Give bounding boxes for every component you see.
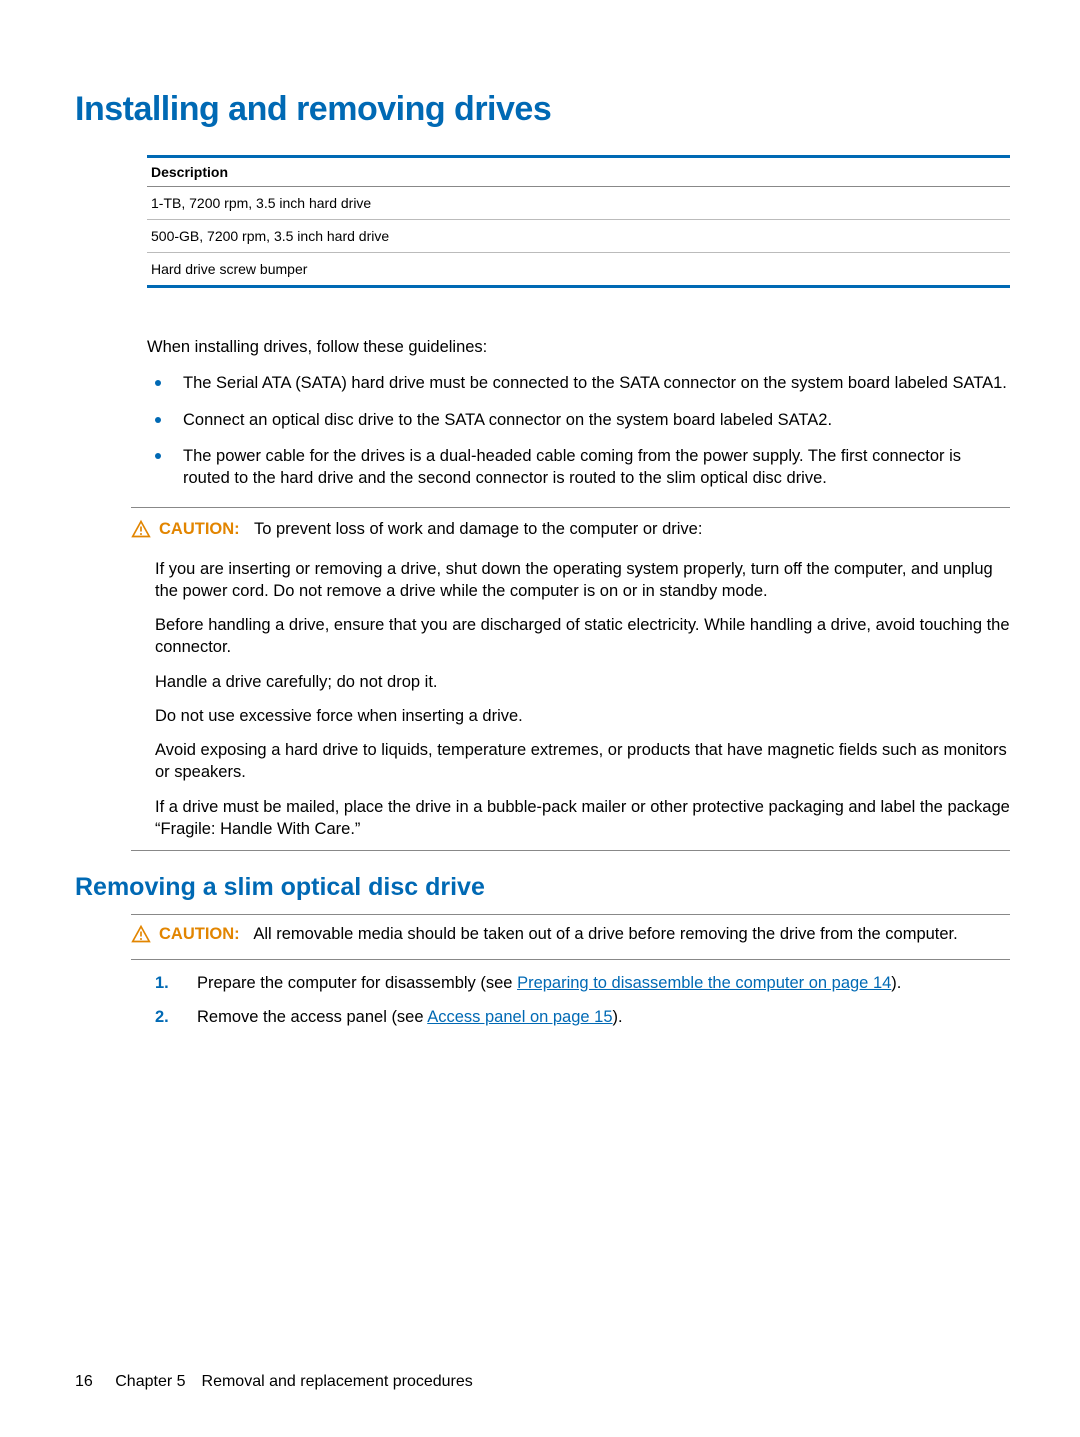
table-row: 1-TB, 7200 rpm, 3.5 inch hard drive [147, 187, 1010, 220]
procedure-steps: 1. Prepare the computer for disassembly … [147, 972, 1010, 1029]
caution-block: CAUTION: To prevent loss of work and dam… [131, 507, 1010, 851]
page-number: 16 [75, 1373, 93, 1390]
caution-label: CAUTION: [159, 925, 240, 943]
cross-reference-link[interactable]: Preparing to disassemble the computer on… [517, 974, 891, 992]
guideline-list: The Serial ATA (SATA) hard drive must be… [147, 372, 1010, 489]
warning-icon [131, 924, 151, 950]
caution-lead: To prevent loss of work and damage to th… [254, 520, 702, 538]
step-number: 1. [155, 972, 169, 994]
step-number: 2. [155, 1006, 169, 1028]
caution-paragraph: Handle a drive carefully; do not drop it… [131, 671, 1010, 693]
list-item: The power cable for the drives is a dual… [147, 445, 1010, 490]
page-footer: 16 Chapter 5 Removal and replacement pro… [75, 1373, 473, 1391]
step-item: 2. Remove the access panel (see Access p… [147, 1006, 1010, 1028]
cross-reference-link[interactable]: Access panel on page 15 [427, 1008, 612, 1026]
table-row: Hard drive screw bumper [147, 253, 1010, 287]
caution-paragraph: Do not use excessive force when insertin… [131, 705, 1010, 727]
description-table: Description 1-TB, 7200 rpm, 3.5 inch har… [147, 155, 1010, 288]
section-heading: Removing a slim optical disc drive [75, 873, 1010, 902]
caution-paragraph: Before handling a drive, ensure that you… [131, 614, 1010, 659]
warning-icon [131, 519, 151, 545]
caution-label: CAUTION: [159, 520, 240, 538]
intro-text: When installing drives, follow these gui… [147, 336, 1010, 358]
caution-paragraph: If you are inserting or removing a drive… [131, 558, 1010, 603]
list-item: The Serial ATA (SATA) hard drive must be… [147, 372, 1010, 394]
table-header: Description [147, 157, 1010, 187]
caution-text: All removable media should be taken out … [253, 925, 957, 943]
caution-paragraph: If a drive must be mailed, place the dri… [131, 796, 1010, 841]
chapter-label: Chapter 5 Removal and replacement proced… [115, 1373, 473, 1390]
page-title: Installing and removing drives [75, 90, 1010, 129]
list-item: Connect an optical disc drive to the SAT… [147, 409, 1010, 431]
table-row: 500-GB, 7200 rpm, 3.5 inch hard drive [147, 220, 1010, 253]
caution-block: CAUTION: All removable media should be t… [131, 914, 1010, 959]
caution-paragraph: Avoid exposing a hard drive to liquids, … [131, 739, 1010, 784]
step-item: 1. Prepare the computer for disassembly … [147, 972, 1010, 994]
